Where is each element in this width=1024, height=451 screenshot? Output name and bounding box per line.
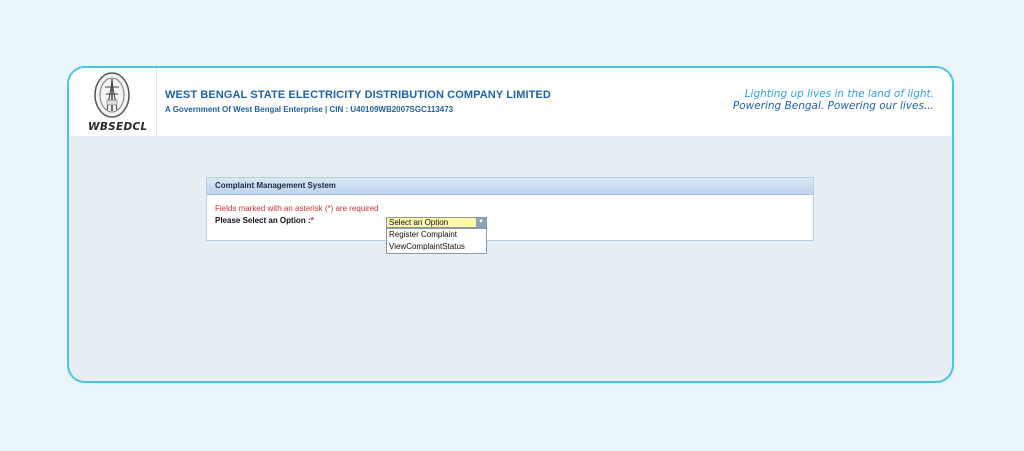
dropdown-option-view-complaint-status[interactable]: ViewComplaintStatus <box>387 241 486 253</box>
dropdown-option-register-complaint[interactable]: Register Complaint <box>387 229 486 241</box>
tagline-secondary: Powering Bengal. Powering our lives... <box>732 100 934 112</box>
site-header: WBSEDCL WEST BENGAL STATE ELECTRICITY DI… <box>69 68 952 136</box>
panel-title: Complaint Management System <box>207 178 813 195</box>
company-subtitle: A Government Of West Bengal Enterprise |… <box>165 105 454 114</box>
app-frame: WBSEDCL WEST BENGAL STATE ELECTRICITY DI… <box>67 66 954 383</box>
company-name: WEST BENGAL STATE ELECTRICITY DISTRIBUTI… <box>165 89 551 101</box>
required-fields-note: Fields marked with an asterisk (*) are r… <box>215 204 379 213</box>
option-dropdown-list: Register Complaint ViewComplaintStatus <box>386 228 487 254</box>
tagline-primary: Lighting up lives in the land of light. <box>744 88 934 100</box>
option-label: Please Select an Option :* <box>215 216 314 225</box>
complaint-panel: Complaint Management System Fields marke… <box>206 177 814 241</box>
required-marker: * <box>310 216 314 225</box>
option-label-text: Please Select an Option : <box>215 216 311 225</box>
wbsedcl-emblem-icon <box>94 72 130 118</box>
chevron-down-icon[interactable]: ▼ <box>476 218 486 227</box>
logo: WBSEDCL <box>69 68 157 136</box>
option-select-value: Select an Option <box>389 218 449 227</box>
logo-wordmark: WBSEDCL <box>88 121 148 133</box>
option-select[interactable]: Select an Option ▼ <box>386 217 487 228</box>
